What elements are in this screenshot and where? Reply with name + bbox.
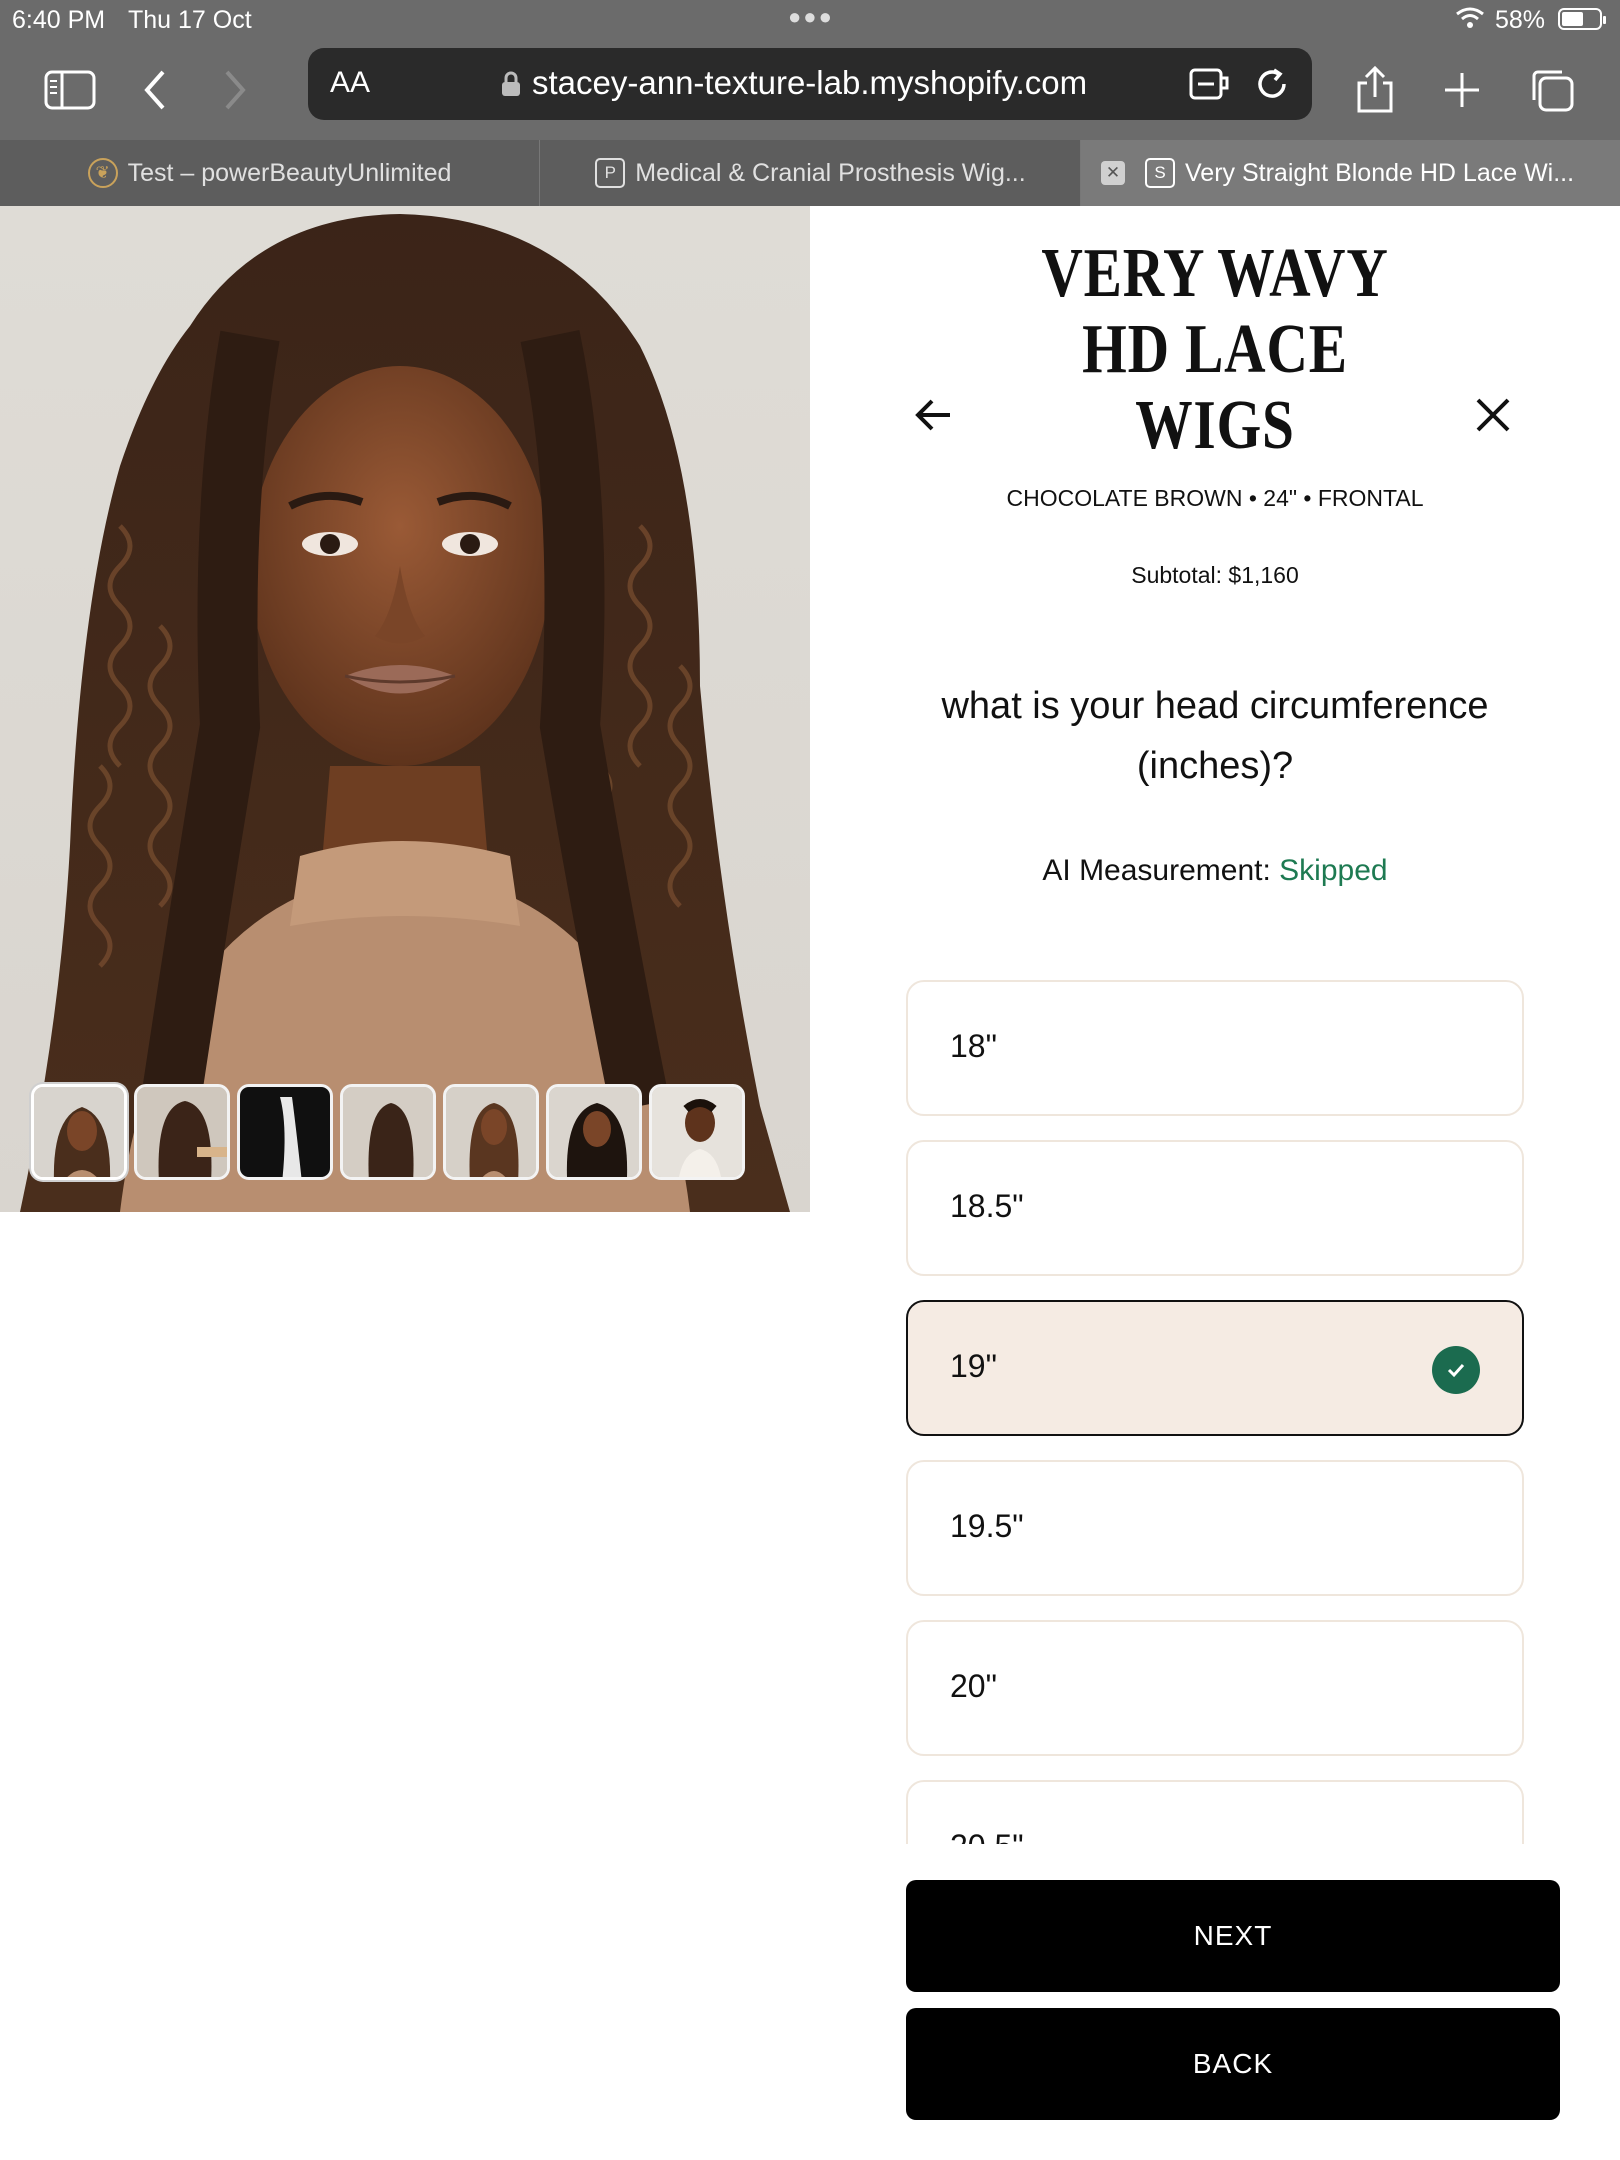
product-photo [20, 214, 790, 1212]
tab-strip: ❦ Test – powerBeautyUnlimited P Medical … [0, 140, 1620, 206]
size-option-label: 18" [950, 1028, 997, 1064]
size-option[interactable]: 20" [906, 1620, 1524, 1756]
tab-title: Test – powerBeautyUnlimited [127, 158, 452, 187]
product-title: VERY WAVY HD LACE WIGS [1006, 236, 1424, 464]
url-text[interactable]: stacey-ann-texture-lab.myshopify.com [532, 64, 1087, 102]
browser-tab-active[interactable]: ✕ S Very Straight Blonde HD Lace Wi... [1081, 140, 1620, 206]
browser-tab[interactable]: ❦ Test – powerBeautyUnlimited [0, 140, 540, 206]
lock-icon [500, 70, 522, 103]
share-icon[interactable] [1347, 62, 1403, 118]
thumbnail-4[interactable] [340, 1084, 436, 1180]
wifi-icon [1455, 6, 1485, 37]
status-time: 6:40 PM [12, 6, 106, 34]
status-bar: 6:40 PM Thu 17 Oct ●●● 58% [0, 0, 1620, 40]
browser-toolbar: AA stacey-ann-texture-lab.myshopify.com [0, 40, 1620, 140]
address-bar[interactable]: AA stacey-ann-texture-lab.myshopify.com [308, 48, 1312, 120]
tab-title: Very Straight Blonde HD Lace Wi... [1185, 158, 1575, 187]
subtotal: Subtotal: $1,160 [1131, 562, 1299, 588]
checkmark-icon [1432, 1346, 1480, 1394]
browser-tab[interactable]: P Medical & Cranial Prosthesis Wig... [541, 140, 1081, 206]
size-option[interactable]: 18.5" [906, 1140, 1524, 1276]
forward-chevron-icon[interactable] [206, 62, 262, 118]
size-option-label: 19" [950, 1348, 997, 1384]
close-tab-icon[interactable]: ✕ [1101, 161, 1125, 185]
battery-icon [1558, 8, 1606, 30]
text-size-button[interactable]: AA [330, 66, 370, 100]
thumbnail-strip [31, 1084, 745, 1180]
size-option[interactable]: 20.5" [906, 1780, 1524, 1844]
back-chevron-icon[interactable] [128, 62, 184, 118]
close-icon[interactable] [1470, 392, 1516, 438]
extensions-icon[interactable] [1188, 64, 1232, 109]
size-option[interactable]: 18" [906, 980, 1524, 1116]
size-option-label: 18.5" [950, 1188, 1024, 1224]
thumbnail-1[interactable] [31, 1084, 127, 1180]
size-option-label: 20.5" [950, 1828, 1024, 1844]
tab-overview-icon[interactable] [1524, 62, 1580, 118]
thumbnail-6[interactable] [546, 1084, 642, 1180]
ai-measurement-status: Skipped [1279, 854, 1388, 887]
ai-measurement: AI Measurement: Skipped [870, 854, 1560, 888]
back-button[interactable]: BACK [906, 2008, 1560, 2120]
product-title-line: HD LACE [1082, 311, 1348, 388]
reload-icon[interactable] [1252, 64, 1292, 109]
status-date: Thu 17 Oct [128, 6, 252, 34]
quiz-panel: VERY WAVY HD LACE WIGS CHOCOLATE BROWN •… [810, 206, 1620, 2160]
battery-percent: 58% [1495, 6, 1546, 34]
sidebar-icon[interactable] [42, 62, 98, 118]
new-tab-icon[interactable] [1434, 62, 1490, 118]
variant-summary: CHOCOLATE BROWN • 24" • FRONTAL [1006, 485, 1424, 511]
tab-title: Medical & Cranial Prosthesis Wig... [635, 158, 1026, 187]
thumbnail-3[interactable] [237, 1084, 333, 1180]
tab-favicon: P [595, 158, 626, 188]
thumbnail-7[interactable] [649, 1084, 745, 1180]
ai-measurement-label: AI Measurement: [1042, 854, 1271, 887]
quiz-question: what is your head circumference (inches)… [941, 685, 1489, 787]
tab-favicon: S [1145, 158, 1175, 188]
thumbnail-5[interactable] [443, 1084, 539, 1180]
size-option-label: 19.5" [950, 1508, 1024, 1544]
back-arrow-icon[interactable] [910, 392, 956, 438]
thumbnail-2[interactable] [134, 1084, 230, 1180]
next-button[interactable]: NEXT [906, 1880, 1560, 1992]
size-options-list[interactable]: 18" 18.5" 19" 19.5" 20" 20.5" [906, 980, 1524, 1844]
size-option-label: 20" [950, 1668, 997, 1704]
multitasking-dots-icon[interactable]: ●●● [788, 4, 834, 30]
product-title-line: WIGS [1135, 387, 1295, 464]
product-gallery [0, 206, 810, 1212]
size-option[interactable]: 19.5" [906, 1460, 1524, 1596]
product-title-line: VERY WAVY [1041, 235, 1389, 312]
size-option-selected[interactable]: 19" [906, 1300, 1524, 1436]
leaf-logo-icon: ❦ [87, 158, 118, 188]
